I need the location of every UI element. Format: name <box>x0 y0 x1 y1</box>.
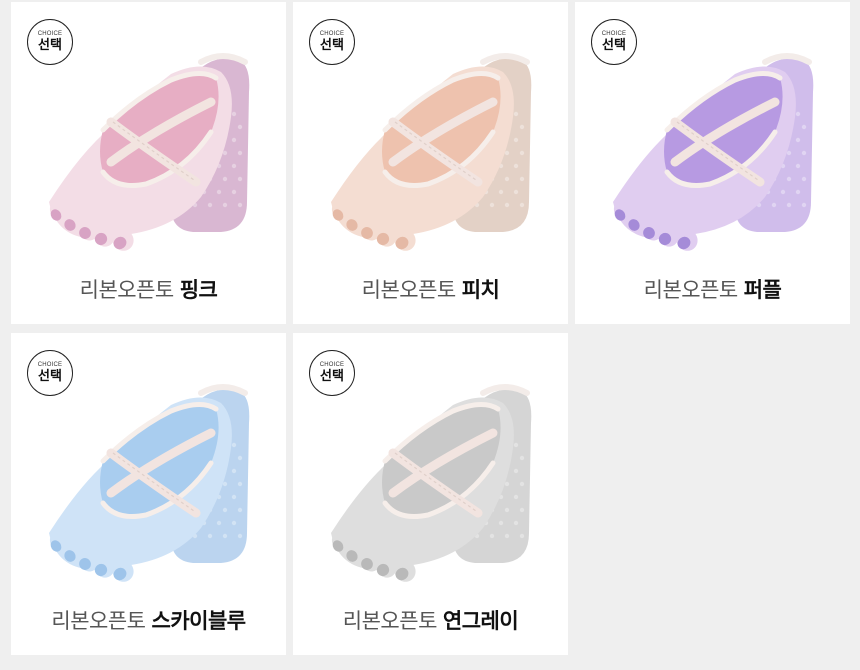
product-caption: 리본오픈토 핑크 <box>11 274 286 304</box>
product-color-name: 스카이블루 <box>151 609 247 633</box>
product-card-peach[interactable]: CHOICE 선택 리본오픈토 피치 <box>293 2 568 324</box>
product-caption: 리본오픈토 퍼플 <box>575 274 850 304</box>
sock-image <box>49 384 250 582</box>
product-name-prefix: 리본오픈토 <box>79 278 175 302</box>
product-name-prefix: 리본오픈토 <box>342 609 438 633</box>
product-card-purple[interactable]: CHOICE 선택 리본오픈토 퍼플 <box>575 2 850 324</box>
product-card-pink[interactable]: CHOICE 선택 리본오픈토 핑크 <box>11 2 286 324</box>
sock-image <box>331 53 532 251</box>
product-color-name: 퍼플 <box>743 278 782 302</box>
product-name-prefix: 리본오픈토 <box>51 609 146 633</box>
product-color-name: 핑크 <box>179 278 218 302</box>
product-color-name: 피치 <box>461 278 500 302</box>
product-name-prefix: 리본오픈토 <box>361 278 457 302</box>
product-caption: 리본오픈토 연그레이 <box>293 605 568 635</box>
sock-image <box>49 53 250 251</box>
sock-image <box>331 384 532 582</box>
product-caption: 리본오픈토 피치 <box>293 274 568 304</box>
product-card-lightgray[interactable]: CHOICE 선택 리본오픈토 연그레이 <box>293 333 568 655</box>
product-caption: 리본오픈토 스카이블루 <box>11 605 286 635</box>
product-name-prefix: 리본오픈토 <box>643 278 739 302</box>
product-card-skyblue[interactable]: CHOICE 선택 리본오픈토 스카이블루 <box>11 333 286 655</box>
sock-image <box>613 53 814 251</box>
product-color-name: 연그레이 <box>442 609 519 633</box>
